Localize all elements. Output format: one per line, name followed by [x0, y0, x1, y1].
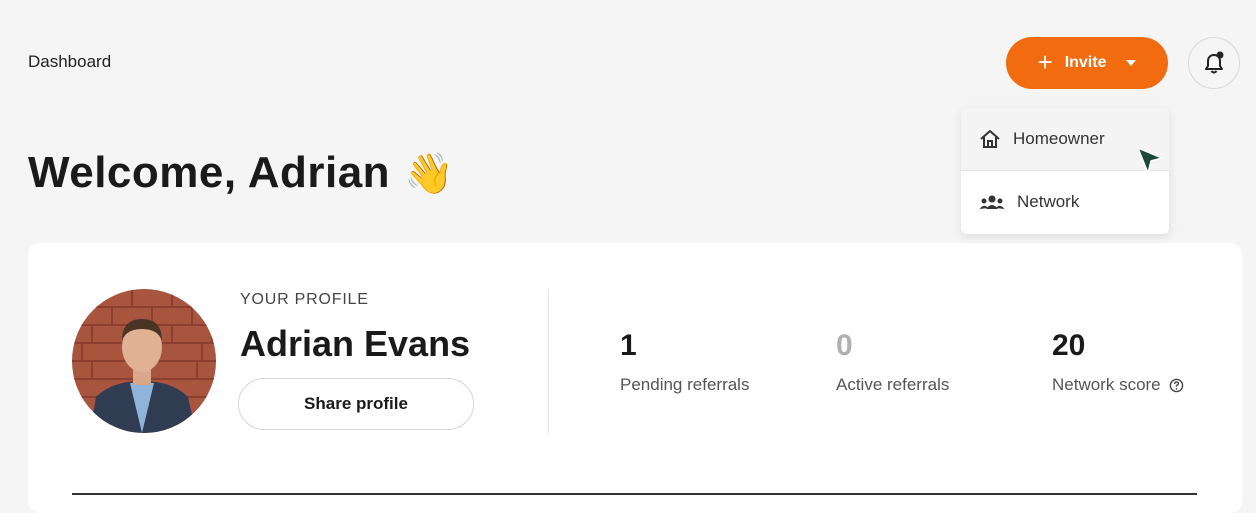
stat-value: 1: [620, 329, 637, 362]
menu-item-label: Network: [1017, 192, 1080, 211]
menu-item-label: Homeowner: [1013, 129, 1105, 148]
profile-card: YOUR PROFILE Adrian Evans Share profile …: [28, 243, 1242, 513]
invite-button[interactable]: + Invite: [1006, 37, 1168, 89]
share-profile-button[interactable]: Share profile: [238, 378, 474, 430]
profile-section-label: YOUR PROFILE: [240, 291, 369, 308]
stat-label: Network score: [1052, 375, 1184, 395]
users-icon: [979, 195, 1005, 209]
avatar: [72, 289, 216, 433]
home-icon: [980, 130, 1000, 148]
stat-label: Pending referrals: [620, 375, 750, 394]
bell-icon: [1205, 51, 1224, 74]
help-icon[interactable]: [1169, 378, 1184, 393]
waving-hand-emoji: 👋: [404, 151, 455, 196]
menu-item-network[interactable]: Network: [961, 171, 1169, 233]
stat-label: Active referrals: [836, 375, 950, 394]
welcome-text: Welcome, Adrian: [28, 148, 391, 197]
invite-label: Invite: [1064, 54, 1107, 71]
stat-value: 20: [1052, 329, 1086, 362]
notifications-button[interactable]: [1188, 37, 1240, 89]
plus-icon: +: [1037, 46, 1053, 77]
page-title: Welcome, Adrian 👋: [28, 148, 454, 198]
stat-network-score: 20 Network score: [1052, 329, 1184, 395]
mouse-cursor-icon: [1137, 147, 1163, 174]
stat-active-referrals: 0 Active referrals: [836, 329, 949, 395]
vertical-divider: [548, 289, 549, 433]
caret-down-icon: [1126, 60, 1137, 66]
profile-name: Adrian Evans: [240, 323, 471, 364]
breadcrumb: Dashboard: [28, 52, 112, 71]
stat-pending-referrals: 1 Pending referrals: [620, 329, 749, 395]
stat-value: 0: [836, 329, 853, 362]
